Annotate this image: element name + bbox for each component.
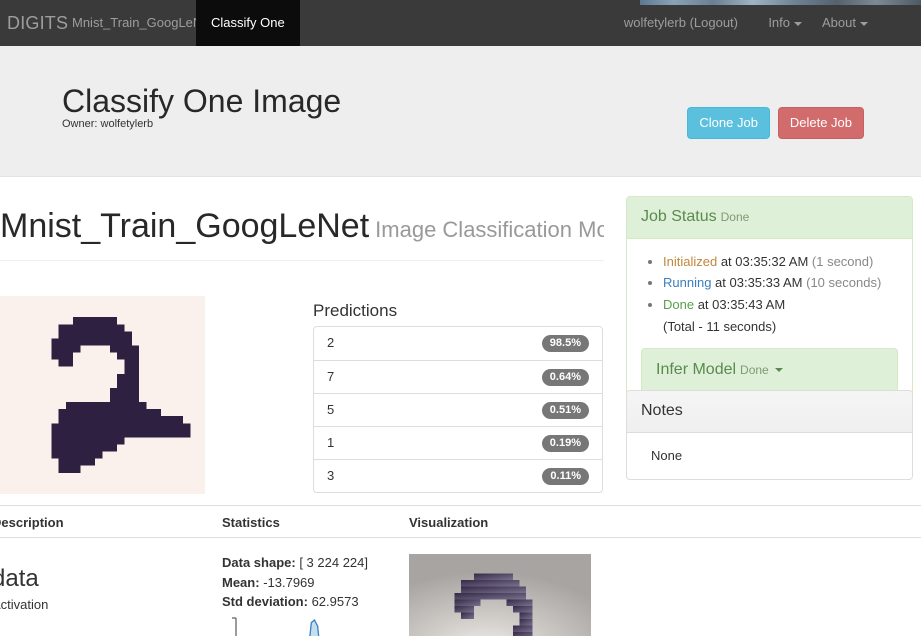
job-status-event-list: Initialized at 03:35:32 AM (1 second) Run… — [641, 253, 898, 315]
job-status-event: Done at 03:35:43 AM — [663, 296, 898, 315]
job-status-panel: Job StatusDone Initialized at 03:35:32 A… — [626, 196, 913, 408]
prediction-score-badge: 0.19% — [541, 434, 589, 452]
event-name: Initialized — [663, 253, 718, 269]
layer-statistics: Data shape: [ 3 224 224] Mean: -13.7969 … — [222, 554, 368, 613]
mean-label: Mean: — [222, 574, 260, 590]
event-duration: (10 seconds) — [802, 275, 882, 291]
chevron-down-icon[interactable] — [774, 368, 783, 373]
chevron-down-icon — [794, 21, 802, 26]
std-deviation-value: 62.9573 — [311, 594, 359, 610]
infer-model-task[interactable]: Infer Model Done — [641, 348, 898, 393]
navbar-item-classify-one[interactable]: Classify One — [196, 0, 300, 46]
predictions-table: 2 98.5% 7 0.64% 5 0.51% 1 0.19% 3 0.11% — [313, 326, 603, 493]
event-time: at 03:35:43 AM — [694, 296, 786, 312]
navbar-about-label: About — [822, 15, 856, 30]
prediction-label: 5 — [327, 401, 335, 417]
model-subtitle: Image Classification Model — [375, 217, 604, 242]
navbar-info-label: Info — [768, 15, 790, 30]
infer-model-title: Infer Model — [656, 361, 737, 379]
event-name: Done — [663, 296, 695, 312]
prediction-label: 1 — [327, 434, 335, 450]
navbar-item-about[interactable]: About — [807, 0, 883, 46]
job-status-event: Initialized at 03:35:32 AM (1 second) — [663, 253, 898, 272]
prediction-row: 5 0.51% — [314, 393, 602, 426]
prediction-score-badge: 0.11% — [542, 467, 589, 485]
predictions-title: Predictions — [313, 301, 398, 320]
job-status-value: Done — [720, 210, 750, 224]
layer-name: data — [0, 565, 39, 592]
histogram-svg — [232, 617, 320, 636]
prediction-row: 1 0.19% — [314, 426, 602, 459]
histogram-area — [309, 620, 319, 636]
input-image-thumbnail[interactable] — [0, 296, 205, 494]
notes-title: Notes — [641, 402, 683, 419]
mean-value: -13.7969 — [263, 574, 315, 590]
navbar: DIGITS Mnist_Train_GoogLeNet Classify On… — [0, 0, 921, 46]
notes-body: None — [651, 447, 683, 463]
delete-job-button[interactable]: Delete Job — [777, 107, 864, 140]
job-status-total: (Total - 11 seconds) — [663, 318, 777, 334]
job-status-header: Job Status Done — [627, 197, 912, 239]
chevron-down-icon — [860, 21, 868, 26]
event-time: at 03:35:32 AM — [717, 253, 809, 269]
model-heading: Mnist_Train_GoogLeNet Image Classificatio… — [0, 202, 604, 261]
job-status-body: Initialized at 03:35:32 AM (1 second) Run… — [627, 239, 912, 407]
prediction-score-badge: 98.5% — [541, 335, 589, 352]
column-header-statistics: Statistics — [222, 515, 280, 530]
infer-model-status: Done — [740, 363, 769, 378]
event-duration: (1 second) — [808, 253, 874, 269]
event-time: at 03:35:33 AM — [711, 275, 803, 291]
page-header: Classify One Image Owner: wolfetylerb Cl… — [0, 46, 921, 177]
page-actions: Clone Job Delete Job — [687, 107, 864, 140]
page-root: DIGITS Mnist_Train_GoogLeNet Classify On… — [0, 0, 921, 636]
event-name: Running — [663, 275, 712, 291]
data-shape-value: [ 3 224 224] — [299, 555, 368, 570]
activation-visualization-image — [409, 554, 591, 636]
layer-type: Activation — [0, 597, 49, 612]
job-status-event: Running at 03:35:33 AM (10 seconds) — [663, 274, 898, 293]
clone-job-button[interactable]: Clone Job — [687, 107, 770, 140]
prediction-score-badge: 0.64% — [541, 368, 589, 386]
job-status-title: Job Status — [641, 208, 717, 225]
notes-panel: Notes None — [626, 390, 913, 481]
prediction-score-badge: 0.51% — [541, 401, 589, 419]
navbar-item-user-logout[interactable]: wolfetylerb (Logout) — [609, 0, 753, 46]
column-header-description: Description — [0, 515, 64, 530]
data-shape-label: Data shape: — [222, 555, 296, 570]
prediction-row: 7 0.64% — [314, 360, 602, 393]
table-row: data Activation Data shape: [ 3 224 224]… — [0, 538, 921, 636]
desktop-background-sliver — [640, 0, 921, 5]
notes-header: Notes — [627, 391, 912, 433]
prediction-label: 3 — [327, 467, 335, 483]
layer-visualization-thumbnail[interactable] — [409, 554, 591, 636]
page-owner: Owner: wolfetylerb — [62, 118, 154, 130]
activation-histogram-chart — [222, 616, 397, 636]
handwritten-digit-image — [0, 296, 205, 494]
prediction-label: 2 — [327, 335, 335, 351]
prediction-row: 3 0.11% — [314, 459, 602, 492]
layers-table-header: Description Statistics Visualization — [0, 506, 921, 538]
layers-table: Description Statistics Visualization dat… — [0, 505, 921, 636]
model-name: Mnist_Train_GoogLeNet — [0, 207, 370, 245]
prediction-row: 2 98.5% — [314, 327, 602, 360]
std-deviation-label: Std deviation: — [222, 594, 308, 610]
prediction-label: 7 — [327, 368, 335, 384]
column-header-visualization: Visualization — [409, 515, 489, 530]
